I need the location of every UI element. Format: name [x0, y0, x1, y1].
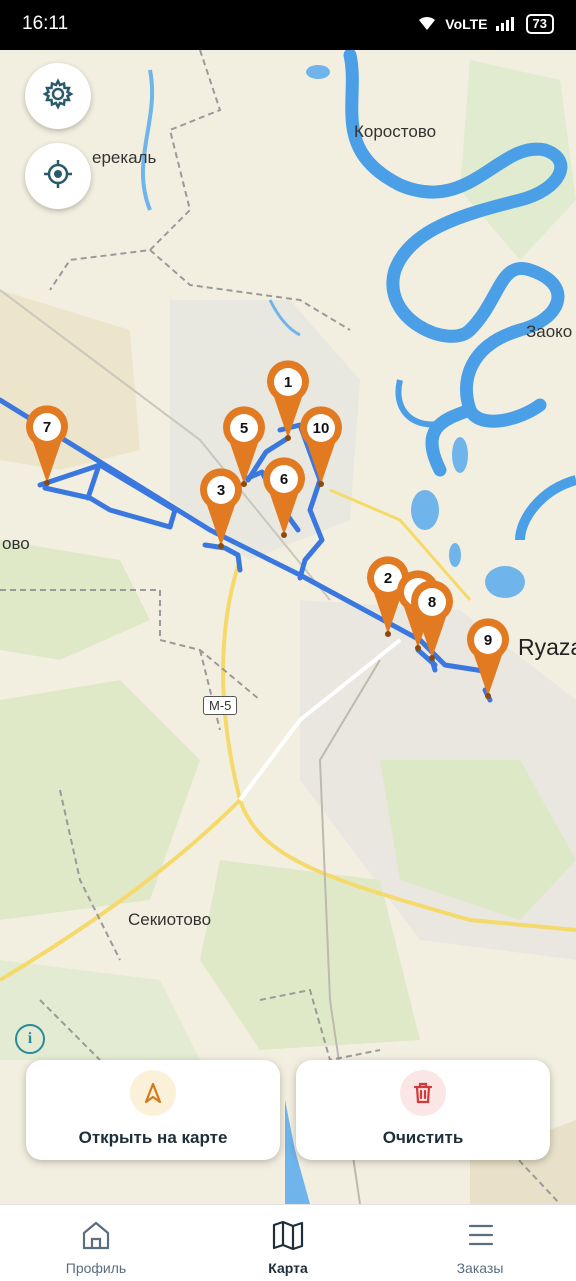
- route-marker-number: 1: [284, 374, 292, 391]
- tab-orders[interactable]: Заказы: [384, 1205, 576, 1281]
- place-label-korostovo: Коростово: [354, 122, 437, 141]
- clear-label: Очистить: [382, 1128, 464, 1147]
- route-marker-number: 7: [43, 419, 51, 436]
- tab-profile-label: Профиль: [65, 1260, 127, 1276]
- battery-icon: 73: [525, 14, 554, 34]
- route-marker-number: 5: [240, 420, 248, 437]
- gear-icon: [42, 77, 74, 115]
- open-on-map-label: Открыть на карте: [78, 1128, 228, 1147]
- navigation-arrow-icon: [130, 1070, 176, 1116]
- wifi-icon: [417, 15, 437, 34]
- route-marker-number: 9: [484, 632, 492, 649]
- map-view[interactable]: 73511062489 Коростово ерекаль Заоко ово …: [0, 50, 576, 1204]
- tab-profile[interactable]: Профиль: [0, 1205, 192, 1281]
- route-marker-number: 2: [384, 570, 392, 587]
- place-label-ovo: ово: [2, 534, 30, 553]
- target-icon: [42, 158, 74, 195]
- route-marker-number: 10: [313, 420, 330, 437]
- road-sign-m5: M-5: [203, 696, 238, 715]
- place-label-sekiotovo: Секиотово: [128, 910, 212, 929]
- tab-map[interactable]: Карта: [192, 1205, 384, 1281]
- route-marker-number: 6: [280, 471, 288, 488]
- route-marker-number: 3: [217, 482, 225, 499]
- signal-icon: [495, 15, 518, 34]
- tab-map-label: Карта: [268, 1260, 308, 1276]
- open-on-map-button[interactable]: Открыть на карте: [26, 1060, 280, 1160]
- bottom-tab-bar: Профиль Карта Заказы: [0, 1204, 576, 1281]
- home-icon: [78, 1217, 114, 1253]
- trash-icon: [400, 1070, 446, 1116]
- status-bar: 16:11 VoLTE 73: [0, 0, 576, 50]
- locate-button[interactable]: [25, 143, 91, 209]
- info-button[interactable]: i: [15, 1024, 45, 1054]
- list-icon: [462, 1217, 498, 1253]
- clear-button[interactable]: Очистить: [296, 1060, 550, 1160]
- route-marker-number: 8: [428, 594, 436, 611]
- city-label-ryazan: Ryaza: [518, 634, 576, 660]
- place-label-zaoko: Заоко: [526, 322, 573, 341]
- network-label: VoLTE: [445, 16, 488, 32]
- settings-button[interactable]: [25, 63, 91, 129]
- map-icon: [270, 1217, 306, 1253]
- status-time: 16:11: [22, 13, 69, 34]
- tab-orders-label: Заказы: [456, 1260, 504, 1276]
- place-label-zerekal: ерекаль: [92, 148, 157, 167]
